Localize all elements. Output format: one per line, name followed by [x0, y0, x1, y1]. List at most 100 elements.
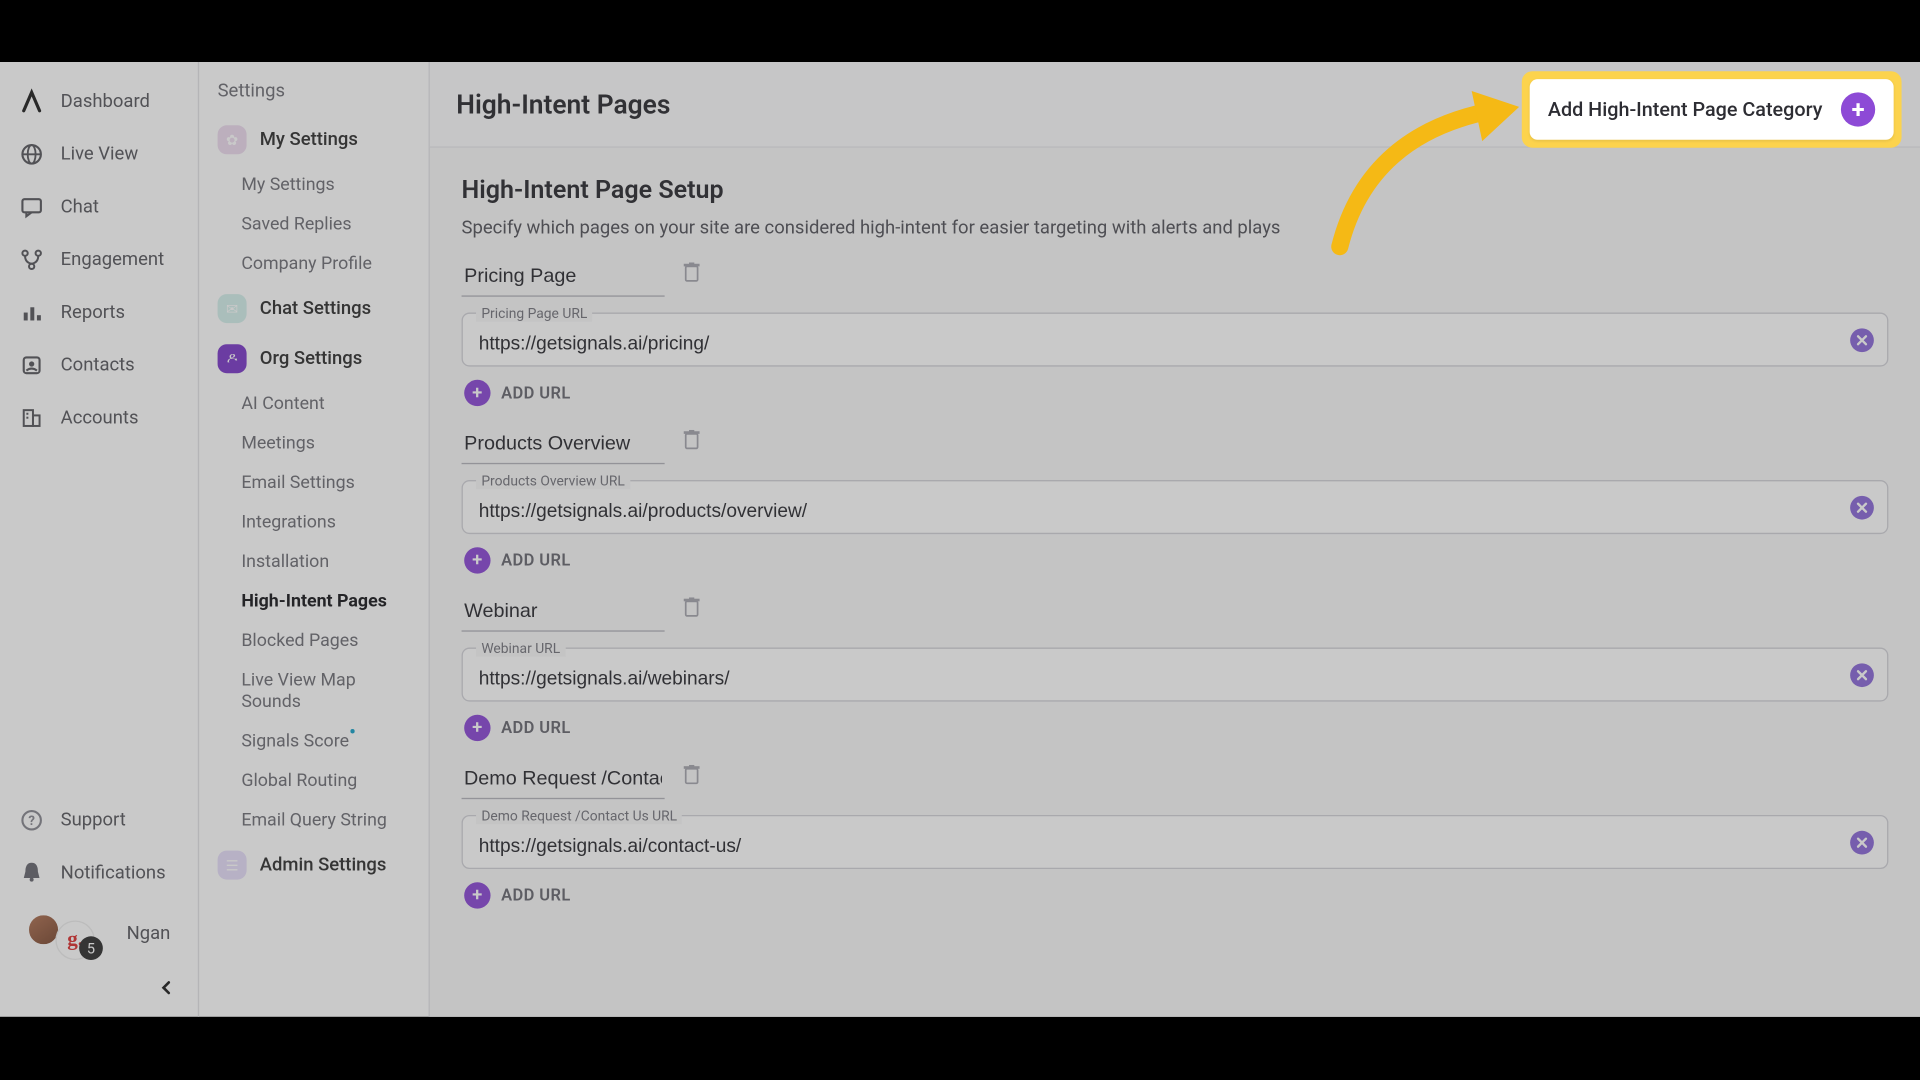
nav-chat[interactable]: Chat [0, 181, 198, 234]
org-icon: ዶ [218, 344, 247, 373]
section-org-settings[interactable]: ዶ Org Settings [199, 334, 428, 384]
nav-user[interactable]: g. Ngan 5 [0, 899, 198, 968]
nav-support[interactable]: ? Support [0, 794, 198, 847]
category-name-input[interactable] [462, 257, 665, 297]
globe-icon [18, 141, 44, 167]
delete-category-button[interactable] [683, 262, 700, 287]
sub-signals-score[interactable]: Signals Score• [199, 721, 428, 761]
setup-heading: High-Intent Page Setup [462, 174, 1889, 204]
add-url-button[interactable]: +ADD URL [464, 715, 570, 741]
delete-category-button[interactable] [683, 429, 700, 454]
url-label: Demo Request /Contact Us URL [476, 807, 682, 824]
section-chat-settings[interactable]: ✉ Chat Settings [199, 284, 428, 334]
collapse-sidebar[interactable] [0, 968, 198, 1004]
clear-url-button[interactable] [1850, 830, 1874, 854]
sub-email-settings[interactable]: Email Settings [199, 463, 428, 503]
nav-contacts[interactable]: Contacts [0, 339, 198, 392]
trash-icon [683, 429, 700, 449]
clear-url-button[interactable] [1850, 663, 1874, 687]
sub-email-query-string[interactable]: Email Query String [199, 800, 428, 840]
url-label: Pricing Page URL [476, 305, 593, 322]
url-label: Products Overview URL [476, 472, 630, 489]
nav-engagement[interactable]: Engagement [0, 233, 198, 286]
clear-url-button[interactable] [1850, 328, 1874, 352]
clear-url-button[interactable] [1850, 495, 1874, 519]
url-input[interactable] [479, 501, 1835, 522]
admin-icon: ☰ [218, 851, 247, 880]
plus-icon: + [464, 715, 490, 741]
url-field: Pricing Page URL [462, 313, 1889, 367]
add-url-button[interactable]: +ADD URL [464, 380, 570, 406]
close-icon [1855, 500, 1868, 513]
settings-heading: Settings [199, 80, 428, 114]
bell-icon [18, 860, 44, 886]
add-url-button[interactable]: +ADD URL [464, 547, 570, 573]
close-icon [1855, 668, 1868, 681]
close-icon [1855, 835, 1868, 848]
category-block: Webinar URL +ADD URL [462, 592, 1889, 741]
help-icon: ? [18, 807, 44, 833]
primary-nav: Dashboard Live View Chat Engagement Repo… [0, 62, 199, 1017]
plus-icon: + [464, 547, 490, 573]
delete-category-button[interactable] [683, 597, 700, 622]
category-name-input[interactable] [462, 592, 665, 632]
contact-icon [18, 352, 44, 378]
cta-highlight: Add High-Intent Page Category + [1521, 71, 1901, 147]
url-field: Webinar URL [462, 648, 1889, 702]
nav-dashboard[interactable]: Dashboard [0, 75, 198, 128]
setup-desc: Specify which pages on your site are con… [462, 218, 1889, 239]
category-name-input[interactable] [462, 425, 665, 465]
add-url-button[interactable]: +ADD URL [464, 882, 570, 908]
bars-icon [18, 299, 44, 325]
url-input[interactable] [479, 334, 1835, 355]
trash-icon [683, 262, 700, 282]
sub-live-view-sounds[interactable]: Live View Map Sounds [199, 661, 428, 722]
sub-saved-replies[interactable]: Saved Replies [199, 204, 428, 244]
delete-category-button[interactable] [683, 764, 700, 789]
sub-my-settings[interactable]: My Settings [199, 165, 428, 205]
nav-accounts[interactable]: Accounts [0, 392, 198, 445]
trash-icon [683, 597, 700, 617]
notif-badge: 5 [79, 936, 103, 960]
sub-installation[interactable]: Installation [199, 542, 428, 582]
logo-icon [18, 88, 44, 114]
chat-settings-icon: ✉ [218, 294, 247, 323]
sub-ai-content[interactable]: AI Content [199, 384, 428, 424]
plus-icon: + [464, 882, 490, 908]
url-input[interactable] [479, 669, 1835, 690]
chat-icon [18, 194, 44, 220]
sub-meetings[interactable]: Meetings [199, 423, 428, 463]
nav-live-view[interactable]: Live View [0, 128, 198, 181]
url-field: Demo Request /Contact Us URL [462, 815, 1889, 869]
building-icon [18, 405, 44, 431]
plus-icon: + [464, 380, 490, 406]
close-icon [1855, 333, 1868, 346]
category-name-input[interactable] [462, 760, 665, 800]
section-admin-settings[interactable]: ☰ Admin Settings [199, 840, 428, 890]
gear-icon: ✿ [218, 125, 247, 154]
url-field: Products Overview URL [462, 480, 1889, 534]
url-input[interactable] [479, 836, 1835, 857]
category-block: Products Overview URL +ADD URL [462, 425, 1889, 574]
url-label: Webinar URL [476, 640, 565, 657]
chevron-left-icon [158, 980, 174, 996]
page-title: High-Intent Pages [456, 88, 670, 120]
category-block: Demo Request /Contact Us URL +ADD URL [462, 760, 1889, 909]
svg-text:?: ? [28, 814, 35, 829]
sub-high-intent-pages[interactable]: High-Intent Pages [199, 582, 428, 622]
indicator-dot: • [349, 719, 356, 744]
trash-icon [683, 764, 700, 784]
plus-icon: + [1841, 92, 1875, 126]
sub-integrations[interactable]: Integrations [199, 502, 428, 542]
section-my-settings[interactable]: ✿ My Settings [199, 115, 428, 165]
settings-nav: Settings ✿ My Settings My Settings Saved… [199, 62, 430, 1017]
add-category-button[interactable]: Add High-Intent Page Category + [1529, 79, 1893, 140]
nav-reports[interactable]: Reports [0, 286, 198, 339]
nav-notifications[interactable]: Notifications [0, 847, 198, 900]
sub-blocked-pages[interactable]: Blocked Pages [199, 621, 428, 661]
sub-global-routing[interactable]: Global Routing [199, 761, 428, 801]
category-block: Pricing Page URL +ADD URL [462, 257, 1889, 406]
main-panel: High-Intent Pages High-Intent Page Setup… [430, 62, 1920, 1017]
sub-company-profile[interactable]: Company Profile [199, 244, 428, 284]
branch-icon [18, 247, 44, 273]
